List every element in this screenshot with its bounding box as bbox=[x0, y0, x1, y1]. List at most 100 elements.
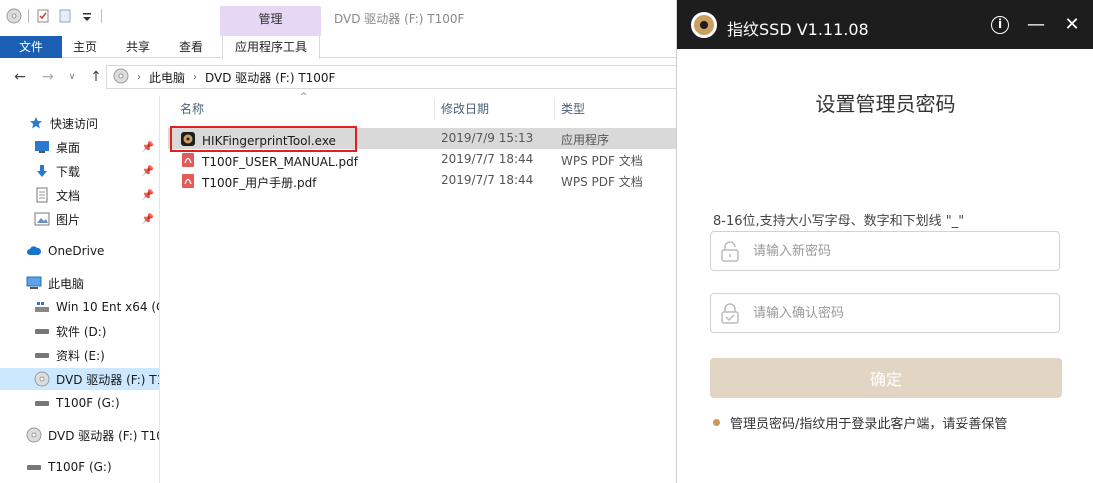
back-arrow-icon[interactable]: ← bbox=[12, 69, 28, 85]
pdf-icon bbox=[180, 173, 196, 192]
tab-home[interactable]: 主页 bbox=[73, 36, 97, 58]
sort-ascending-icon: ^ bbox=[300, 92, 308, 102]
pdf-icon bbox=[180, 152, 196, 171]
sidebar-item-label: T100F (G:) bbox=[48, 460, 112, 474]
picture-icon bbox=[34, 211, 50, 227]
download-icon bbox=[34, 163, 50, 179]
tab-application-tools[interactable]: 应用程序工具 bbox=[222, 36, 320, 59]
new-folder-icon[interactable] bbox=[57, 8, 73, 24]
confirm-password-input[interactable] bbox=[753, 302, 1043, 324]
navigation-pane: 快速访问 桌面 📌 下载 📌 文档 📌 图片 📌 OneDrive 此电脑 Wi… bbox=[0, 96, 160, 483]
app-logo-icon bbox=[691, 12, 717, 38]
up-arrow-icon[interactable]: ↑ bbox=[88, 69, 104, 85]
column-divider[interactable] bbox=[554, 98, 555, 120]
star-icon bbox=[28, 115, 44, 131]
bullet-dot-icon bbox=[713, 419, 720, 426]
new-password-field[interactable] bbox=[710, 231, 1060, 271]
sidebar-item-drive-c[interactable]: Win 10 Ent x64 (C bbox=[0, 296, 160, 318]
file-date: 2019/7/7 18:44 bbox=[441, 173, 534, 187]
file-row[interactable]: T100F_USER_MANUAL.pdf 2019/7/7 18:44 WPS… bbox=[168, 149, 680, 170]
sidebar-item-drive-g[interactable]: T100F (G:) bbox=[0, 392, 159, 414]
breadcrumb-dvd-drive[interactable]: DVD 驱动器 (F:) T100F bbox=[205, 69, 335, 86]
pin-icon[interactable]: 📌 bbox=[142, 214, 154, 225]
pin-icon[interactable]: 📌 bbox=[142, 166, 154, 177]
sidebar-item-label: 资料 (E:) bbox=[56, 348, 105, 363]
ribbon-tabs: 文件 主页 共享 查看 应用程序工具 bbox=[0, 36, 680, 59]
sidebar-item-label: 桌面 bbox=[56, 140, 81, 155]
recent-locations-chevron-icon[interactable]: ∨ bbox=[64, 69, 80, 85]
sidebar-item-drive-d[interactable]: 软件 (D:) bbox=[0, 320, 159, 342]
manage-tab-label[interactable]: 管理 bbox=[220, 10, 321, 27]
close-icon[interactable]: ✕ bbox=[1061, 14, 1083, 36]
drive-icon bbox=[34, 395, 50, 411]
sidebar-item-label: DVD 驱动器 (F:) T10 bbox=[48, 428, 160, 443]
note-text: 管理员密码/指纹用于登录此客户端，请妥善保管 bbox=[730, 417, 1008, 432]
file-type: 应用程序 bbox=[561, 133, 610, 147]
forward-arrow-icon[interactable]: → bbox=[40, 69, 56, 85]
unlock-icon bbox=[719, 240, 741, 262]
sidebar-item-dvd-drive-f[interactable]: DVD 驱动器 (F:) T1 bbox=[0, 368, 159, 390]
computer-icon bbox=[26, 275, 42, 291]
quick-access-toolbar bbox=[6, 8, 102, 24]
window-title: DVD 驱动器 (F:) T100F bbox=[334, 12, 465, 26]
cloud-icon bbox=[26, 243, 42, 259]
red-highlight-box bbox=[170, 126, 357, 152]
sidebar-item-label: Win 10 Ent x64 (C bbox=[56, 300, 160, 314]
confirm-password-field[interactable] bbox=[710, 293, 1060, 333]
sidebar-item-label: 软件 (D:) bbox=[56, 324, 107, 339]
dvd-drive-icon bbox=[113, 68, 129, 87]
sidebar-item-quick-access[interactable]: 快速访问 bbox=[0, 112, 159, 134]
sidebar-item-downloads[interactable]: 下载 📌 bbox=[0, 160, 159, 182]
address-box[interactable]: › 此电脑 › DVD 驱动器 (F:) T100F bbox=[106, 65, 680, 89]
fingerprint-ssd-app-window: 指纹SSD V1.11.08 i — ✕ 设置管理员密码 8-16位,支持大小写… bbox=[676, 0, 1093, 483]
file-row[interactable]: T100F_用户手册.pdf 2019/7/7 18:44 WPS PDF 文档 bbox=[168, 170, 680, 191]
minimize-icon[interactable]: — bbox=[1025, 14, 1047, 36]
sidebar-item-label: 此电脑 bbox=[48, 276, 85, 291]
file-name-cell: T100F_用户手册.pdf bbox=[180, 173, 316, 192]
lock-check-icon bbox=[719, 302, 741, 324]
file-name: T100F_用户手册.pdf bbox=[202, 176, 317, 190]
tab-share[interactable]: 共享 bbox=[126, 36, 150, 58]
sidebar-item-dvd-drive-f-root[interactable]: DVD 驱动器 (F:) T10 bbox=[0, 424, 160, 446]
desktop-icon bbox=[34, 139, 50, 155]
column-header-type[interactable]: 类型 bbox=[561, 96, 585, 122]
column-divider[interactable] bbox=[434, 98, 435, 120]
file-date: 2019/7/9 15:13 bbox=[441, 131, 534, 145]
dvd-icon bbox=[26, 427, 42, 443]
file-type: WPS PDF 文档 bbox=[561, 154, 643, 168]
breadcrumb-chevron-icon[interactable]: › bbox=[137, 72, 141, 83]
drive-icon bbox=[34, 323, 50, 339]
file-type: WPS PDF 文档 bbox=[561, 175, 643, 189]
sidebar-item-documents[interactable]: 文档 📌 bbox=[0, 184, 159, 206]
drive-icon bbox=[26, 459, 42, 475]
column-header-name[interactable]: 名称 bbox=[180, 96, 204, 122]
column-header-date[interactable]: 修改日期 bbox=[441, 96, 489, 122]
tab-view[interactable]: 查看 bbox=[179, 36, 203, 58]
tab-file[interactable]: 文件 bbox=[0, 36, 62, 58]
sidebar-item-pictures[interactable]: 图片 📌 bbox=[0, 208, 159, 230]
properties-icon[interactable] bbox=[35, 8, 51, 24]
dvd-icon bbox=[34, 371, 50, 387]
page-title: 设置管理员密码 bbox=[815, 92, 956, 116]
confirm-button[interactable]: 确定 bbox=[710, 358, 1062, 398]
pin-icon[interactable]: 📌 bbox=[142, 190, 154, 201]
sidebar-item-desktop[interactable]: 桌面 📌 bbox=[0, 136, 159, 158]
sidebar-item-this-pc[interactable]: 此电脑 bbox=[0, 272, 159, 294]
sidebar-item-label: 下载 bbox=[56, 164, 81, 179]
breadcrumb-chevron-icon[interactable]: › bbox=[193, 72, 197, 83]
dvd-drive-icon[interactable] bbox=[6, 8, 22, 24]
breadcrumb-this-pc[interactable]: 此电脑 bbox=[149, 69, 185, 86]
sidebar-item-onedrive[interactable]: OneDrive bbox=[0, 240, 159, 262]
sidebar-item-label: 文档 bbox=[56, 188, 81, 203]
pin-icon[interactable]: 📌 bbox=[142, 142, 154, 153]
app-title: 指纹SSD V1.11.08 bbox=[727, 20, 869, 39]
customize-toolbar-icon[interactable] bbox=[79, 8, 95, 24]
sidebar-item-drive-e[interactable]: 资料 (E:) bbox=[0, 344, 159, 366]
new-password-input[interactable] bbox=[753, 240, 1043, 262]
screen: 管理 DVD 驱动器 (F:) T100F 文件 主页 共享 查看 应用程序工具… bbox=[0, 0, 1093, 483]
admin-password-note: 管理员密码/指纹用于登录此客户端，请妥善保管 bbox=[713, 413, 1007, 432]
sidebar-item-drive-g-root[interactable]: T100F (G:) bbox=[0, 456, 159, 478]
toolbar-separator bbox=[28, 9, 29, 23]
info-icon[interactable]: i bbox=[991, 16, 1009, 34]
toolbar-separator bbox=[101, 9, 102, 23]
